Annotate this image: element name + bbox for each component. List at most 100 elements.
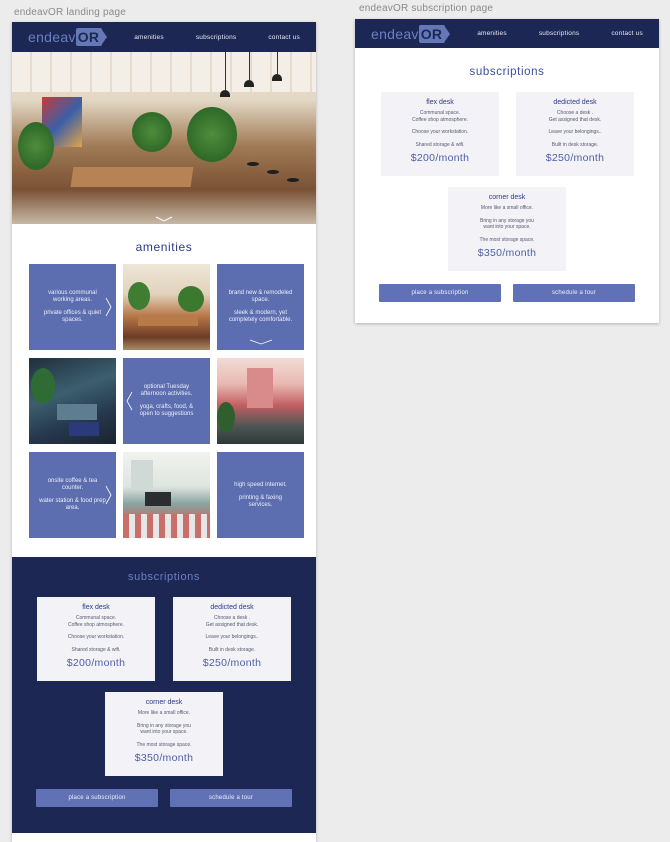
photo-sofa — [57, 404, 97, 420]
chevron-down-icon[interactable] — [249, 339, 273, 345]
amenity-tile-line: various communal working areas. — [48, 290, 97, 303]
nav-link-subscriptions[interactable]: subscriptions — [539, 30, 580, 37]
hero-image — [12, 52, 316, 224]
place-subscription-button[interactable]: place a subscription — [379, 284, 501, 302]
amenity-tile-line: high speed internet. — [234, 481, 287, 488]
landing-page-frame: endeav OR amenities subscriptions contact… — [12, 22, 316, 842]
photo-screen — [145, 492, 171, 506]
chevron-left-icon[interactable] — [126, 391, 133, 411]
plan-price: $350/month — [134, 752, 194, 764]
chevron-right-icon[interactable] — [105, 485, 112, 505]
amenity-tile-line: water station & food prep area. — [39, 498, 106, 511]
plan-detail: Shared storage & wifi. — [71, 646, 121, 653]
amenity-tile-workspaces[interactable]: various communal working areas. private … — [29, 264, 116, 350]
hero-plant — [187, 107, 237, 162]
photo-doorway — [247, 368, 273, 408]
logo-suffix: OR — [75, 28, 107, 46]
hero-stool — [267, 170, 279, 174]
plan-card-flex[interactable]: flex desk Communal space. Coffee shop at… — [37, 597, 155, 681]
hero-table — [70, 167, 194, 187]
plan-card-dedicated[interactable]: dedicted desk Choose a desk . Get assign… — [516, 92, 634, 176]
chevron-right-icon[interactable] — [105, 297, 112, 317]
nav-link-subscriptions[interactable]: subscriptions — [196, 34, 237, 41]
amenity-photo-hallway — [217, 358, 304, 444]
amenities-grid: various communal working areas. private … — [29, 264, 316, 538]
logo[interactable]: endeav OR — [371, 24, 450, 43]
amenity-tile-line: sleek & modern, yet completely comfortab… — [228, 310, 293, 323]
photo-plant — [128, 282, 150, 310]
photo-counter — [123, 514, 210, 538]
plan-detail: The most storage space. — [479, 236, 535, 243]
amenity-tile-activities[interactable]: optional Tuesday afternoon activities. y… — [123, 358, 210, 444]
hero-lamp — [272, 74, 282, 81]
plan-detail: Built in desk storage. — [208, 646, 256, 653]
plan-name: dedicted desk — [210, 604, 254, 611]
nav-links: amenities subscriptions contact us — [134, 34, 300, 41]
plan-detail: The most storage space. — [136, 741, 192, 748]
hero-lamp — [220, 90, 230, 97]
nav-link-contact[interactable]: contact us — [611, 30, 643, 37]
logo-prefix: endeav — [28, 29, 76, 45]
nav-link-amenities[interactable]: amenities — [477, 30, 507, 37]
top-nav: endeav OR amenities subscriptions contact… — [12, 22, 316, 52]
plan-price: $200/month — [410, 152, 470, 164]
artboard-label-subscription: endeavOR subscription page — [359, 3, 494, 14]
hero-stool — [287, 178, 299, 182]
top-nav: endeav OR amenities subscriptions contact… — [355, 19, 659, 48]
plan-card-corner[interactable]: corner desk More like a small office. Br… — [105, 692, 223, 776]
logo[interactable]: endeav OR — [28, 28, 107, 46]
hero-lamp-cord — [225, 52, 226, 90]
artboard-label-landing: endeavOR landing page — [14, 7, 127, 18]
amenity-tile-line: private offices & quiet spaces. — [43, 310, 102, 323]
photo-plant — [217, 402, 235, 432]
amenity-tile-line: onsite coffee & tea counter. — [47, 478, 98, 491]
nav-link-amenities[interactable]: amenities — [134, 34, 164, 41]
place-subscription-button[interactable]: place a subscription — [36, 789, 158, 807]
photo-window — [131, 460, 153, 490]
plan-name: corner desk — [145, 699, 183, 706]
amenity-tile-coffee[interactable]: onsite coffee & tea counter. water stati… — [29, 452, 116, 538]
subscriptions-section: subscriptions flex desk Communal space. … — [12, 557, 316, 833]
plan-card-corner[interactable]: corner desk More like a small office. Br… — [448, 187, 566, 271]
schedule-tour-button[interactable]: schedule a tour — [170, 789, 292, 807]
plan-price: $250/month — [202, 657, 262, 669]
amenities-title: amenities — [135, 240, 193, 254]
amenity-tile-remodeled[interactable]: brand new & remodeled space. sleek & mod… — [217, 264, 304, 350]
hero-plant — [18, 122, 54, 170]
scroll-down-chevron-icon[interactable] — [155, 216, 173, 222]
photo-plant — [178, 286, 204, 312]
amenity-tile-internet[interactable]: high speed internet. printing & faxing s… — [217, 452, 304, 538]
amenity-photo-dining-area — [123, 264, 210, 350]
photo-rug — [69, 422, 99, 436]
hero-stool — [247, 162, 259, 166]
logo-suffix: OR — [418, 24, 450, 43]
plan-price: $350/month — [477, 247, 537, 259]
amenity-photo-lounge — [29, 358, 116, 444]
logo-prefix: endeav — [371, 25, 419, 42]
amenity-tile-line: printing & faxing services. — [238, 494, 283, 508]
photo-plant — [31, 368, 55, 404]
nav-links: amenities subscriptions contact us — [477, 30, 643, 37]
amenity-photo-coffee-bar — [123, 452, 210, 538]
schedule-tour-button[interactable]: schedule a tour — [513, 284, 635, 302]
plan-detail: Shared storage & wifi. — [415, 141, 465, 148]
amenity-tile-line: yoga, crafts, food, & open to suggestion… — [139, 404, 194, 417]
nav-link-contact[interactable]: contact us — [268, 34, 300, 41]
hero-lamp-cord — [249, 52, 250, 80]
subscription-page-frame: endeav OR amenities subscriptions contact… — [355, 19, 659, 323]
hero-lamp-cord — [277, 52, 278, 74]
plan-price: $250/month — [545, 152, 605, 164]
plan-card-dedicated[interactable]: dedicted desk Choose a desk . Get assign… — [173, 597, 291, 681]
photo-table — [138, 316, 198, 326]
subscriptions-title: subscriptions — [128, 571, 200, 583]
subscriptions-title: subscriptions — [469, 66, 545, 78]
amenity-tile-line: optional Tuesday afternoon activities. — [140, 384, 193, 397]
amenity-tile-line: brand new & remodeled space. — [228, 290, 293, 303]
plan-detail: Built in desk storage. — [551, 141, 599, 148]
plan-price: $200/month — [66, 657, 126, 669]
plan-name: dedicted desk — [553, 99, 597, 106]
plan-card-flex[interactable]: flex desk Communal space. Coffee shop at… — [381, 92, 499, 176]
hero-plant — [132, 112, 172, 152]
plan-name: flex desk — [426, 99, 454, 106]
plan-name: flex desk — [82, 604, 110, 611]
